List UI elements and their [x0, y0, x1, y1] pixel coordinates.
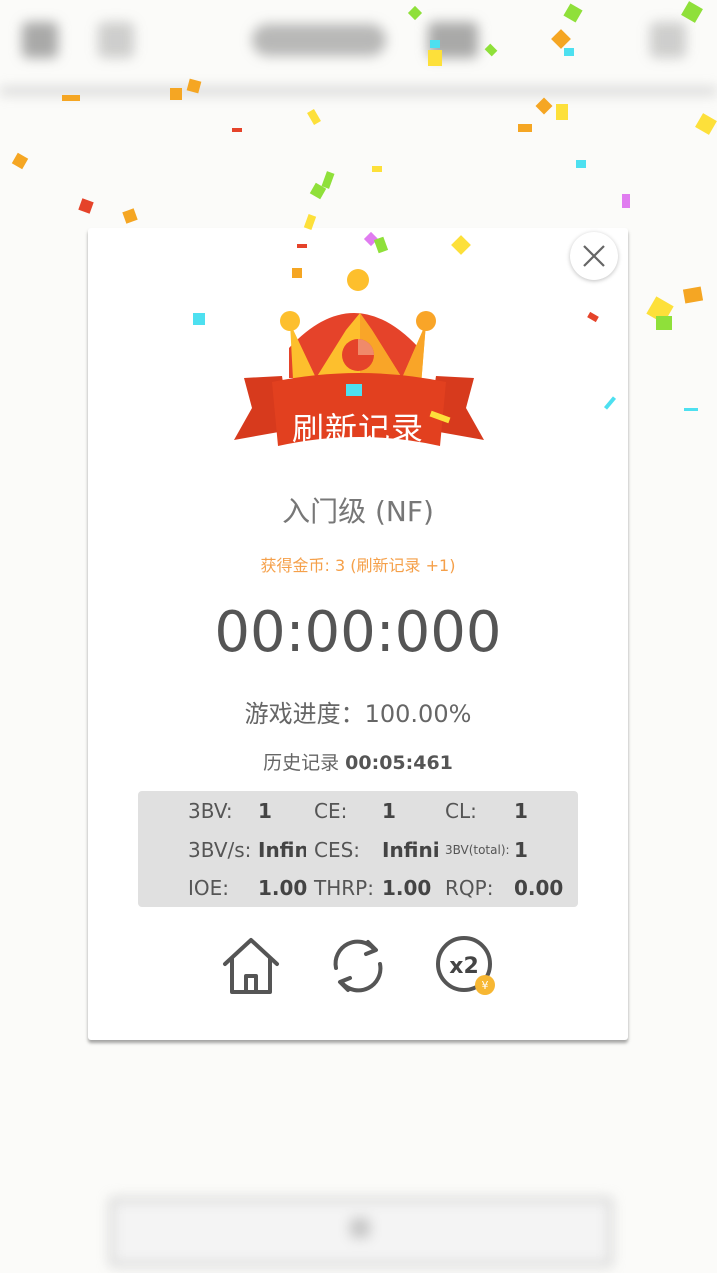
- stat-value-rqp: 0.00: [514, 876, 564, 900]
- history-record: 历史记录 00:05:461: [88, 748, 628, 775]
- action-bar: x2 ¥: [88, 934, 628, 1004]
- coins-earned: 获得金币: 3 (刷新记录 +1): [260, 556, 456, 575]
- background-toolbar: [0, 0, 717, 90]
- game-timer: 00:00:000: [214, 600, 502, 665]
- banner-title: 刷新记录: [291, 410, 424, 448]
- background-flag-icon: [428, 22, 478, 58]
- history-label: 历史记录: [263, 752, 340, 774]
- restart-button[interactable]: [326, 934, 390, 998]
- difficulty-level: 入门级 (NF): [282, 495, 434, 528]
- background-bottom-icon: [350, 1218, 370, 1238]
- stat-value-3bv: 1: [258, 799, 272, 823]
- stat-label-3bv-total: 3BV(total):: [445, 843, 510, 857]
- background-timer-pill: [252, 24, 386, 56]
- home-button[interactable]: [219, 934, 283, 998]
- stat-label-ces: CES:: [314, 838, 361, 862]
- stat-label-3bv: 3BV:: [188, 799, 233, 823]
- stat-label-rqp: RQP:: [445, 876, 494, 900]
- double-reward-button[interactable]: x2 ¥: [434, 934, 498, 998]
- stat-label-thrp: THRP:: [314, 876, 374, 900]
- stat-value-ces: Infinit: [382, 838, 438, 862]
- stat-label-ioe: IOE:: [188, 876, 230, 900]
- stat-value-ce: 1: [382, 799, 396, 823]
- coin-symbol: ¥: [482, 979, 489, 992]
- close-button[interactable]: [570, 232, 618, 280]
- stat-label-3bvs: 3BV/s:: [188, 838, 252, 862]
- stat-value-3bv-total: 1: [514, 838, 528, 862]
- stat-label-cl: CL:: [445, 799, 477, 823]
- history-value: 00:05:461: [345, 752, 453, 774]
- stat-value-thrp: 1.00: [382, 876, 432, 900]
- close-icon: [583, 245, 605, 267]
- background-home-icon: [98, 22, 134, 58]
- record-dialog: 刷新记录 入门级 (NF) 获得金币: 3 (刷新记录 +1) 00:00:00…: [88, 228, 628, 1040]
- home-icon: [223, 938, 279, 994]
- game-progress: 游戏进度：100.00%: [244, 700, 472, 728]
- stats-panel: 3BV: 1 CE: 1 CL: 1 3BV/s: Infini CES: In…: [138, 791, 578, 907]
- stat-value-cl: 1: [514, 799, 528, 823]
- background-menu-icon: [22, 22, 58, 58]
- background-settings-icon: [650, 22, 686, 58]
- restart-icon: [333, 939, 383, 993]
- background-divider: [0, 88, 717, 94]
- stat-value-ioe: 1.00: [258, 876, 308, 900]
- stat-label-ce: CE:: [314, 799, 348, 823]
- stat-value-3bvs: Infini: [258, 838, 306, 862]
- double-label: x2: [449, 954, 479, 979]
- double-reward-icon: x2 ¥: [436, 936, 495, 995]
